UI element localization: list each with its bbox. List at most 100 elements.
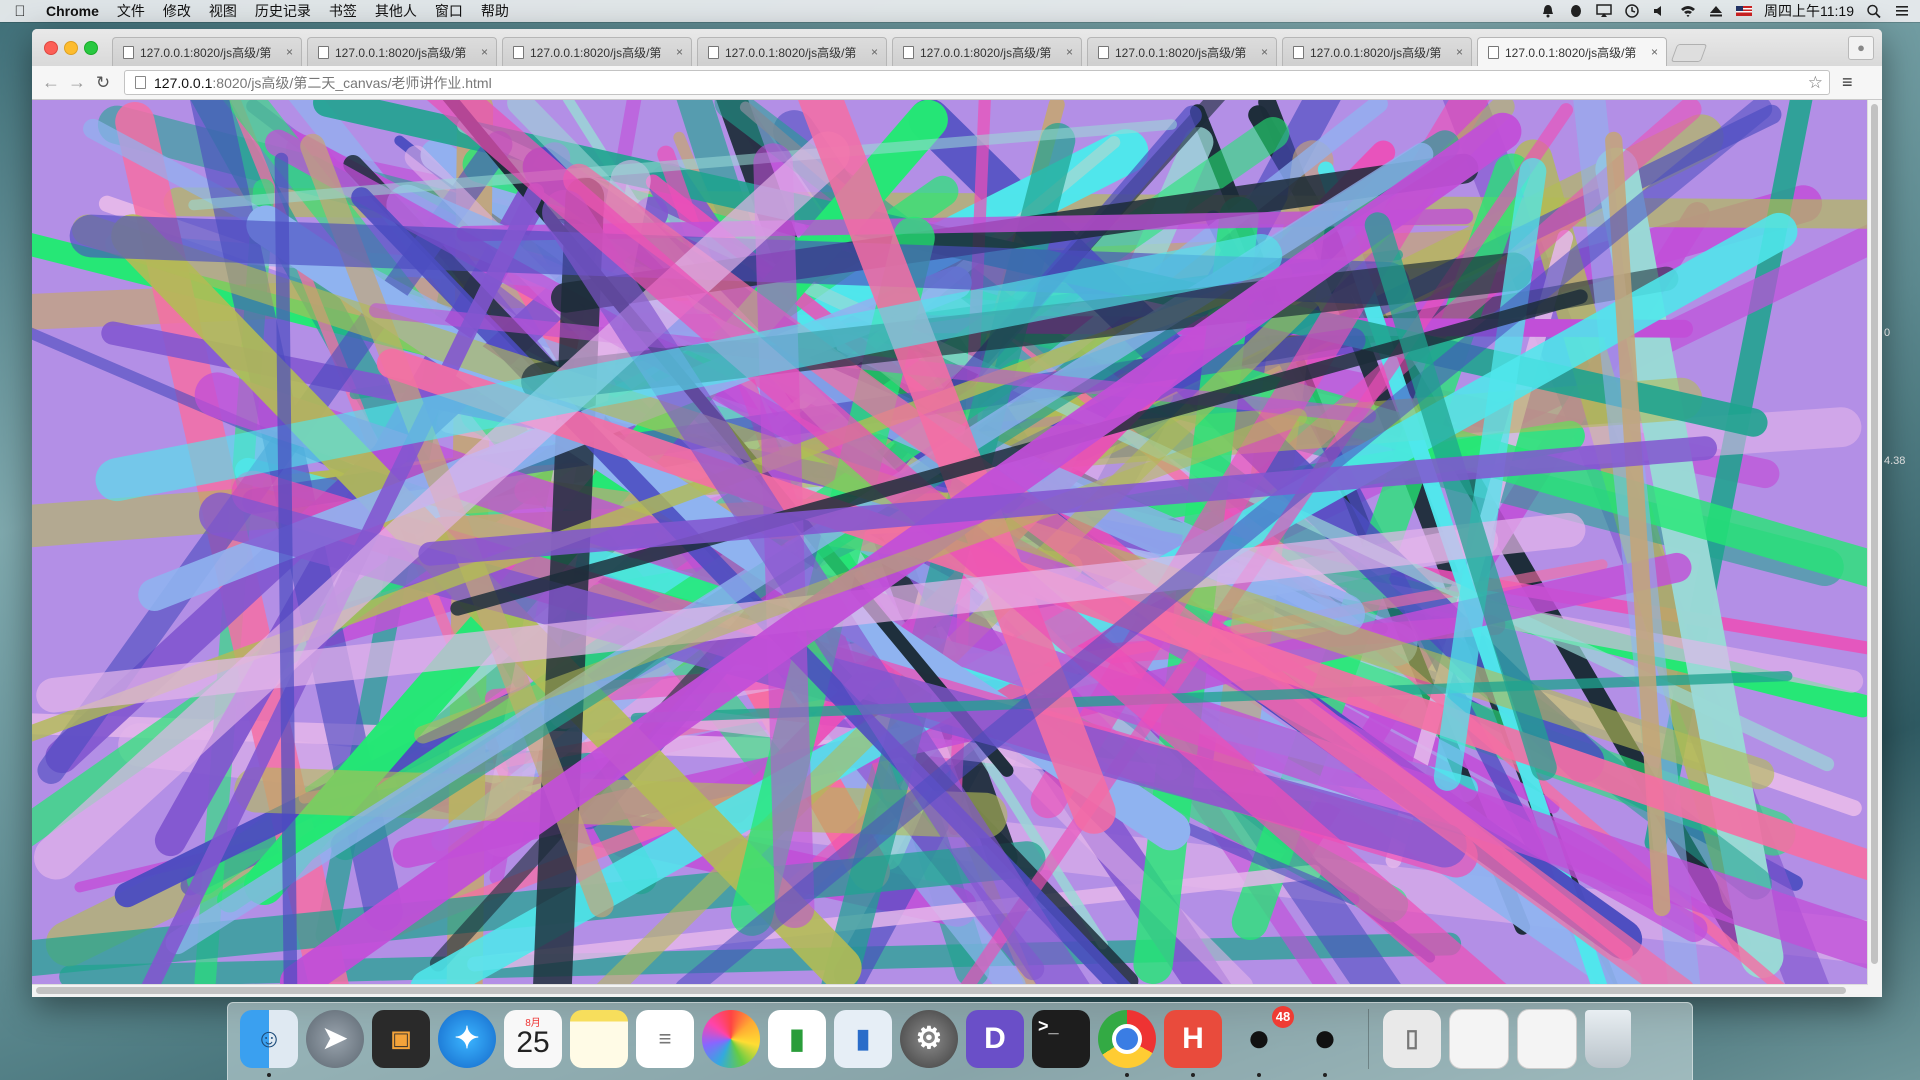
page-icon [1098, 45, 1109, 59]
canvas-drawing[interactable] [32, 100, 1868, 985]
menu-window[interactable]: 窗口 [426, 1, 472, 21]
screenshot-stack-icon[interactable] [1449, 1008, 1509, 1069]
menu-app-name[interactable]: Chrome [40, 3, 108, 19]
tab-close-icon[interactable]: × [676, 45, 683, 59]
tab-2[interactable]: 127.0.0.1:8020/js高级/第 × [307, 37, 497, 66]
page-icon [1293, 45, 1304, 59]
menu-edit[interactable]: 修改 [154, 1, 200, 21]
close-window-button[interactable] [44, 41, 58, 55]
tab-title: 127.0.0.1:8020/js高级/第 [140, 45, 272, 60]
photos-icon[interactable] [702, 1009, 760, 1068]
tab-close-icon[interactable]: × [286, 45, 293, 59]
flag-us-icon[interactable] [1736, 4, 1752, 18]
tab-close-icon[interactable]: × [1261, 45, 1268, 59]
hbuilder-icon[interactable]: H [1164, 1009, 1222, 1077]
tab-title: 127.0.0.1:8020/js高级/第 [1310, 45, 1442, 60]
menu-history[interactable]: 历史记录 [246, 1, 320, 21]
keynote-icon[interactable]: ▮ [834, 1009, 892, 1068]
tab-7[interactable]: 127.0.0.1:8020/js高级/第 × [1282, 37, 1472, 66]
volume-icon[interactable] [1652, 4, 1668, 18]
vertical-scroll-thumb[interactable] [1871, 104, 1878, 964]
background-window-text: 0 [1884, 327, 1891, 339]
tab-8-active[interactable]: 127.0.0.1:8020/js高级/第 × [1477, 37, 1667, 66]
tab-strip: 127.0.0.1:8020/js高级/第 × 127.0.0.1:8020/js… [32, 29, 1882, 66]
browser-window: 127.0.0.1:8020/js高级/第 × 127.0.0.1:8020/js… [32, 29, 1882, 997]
new-tab-button[interactable] [1670, 44, 1708, 62]
safari-icon[interactable]: ✦ [438, 1009, 496, 1068]
menu-bar:  Chrome 文件 修改 视图 历史记录 书签 其他人 窗口 帮助 周四上午… [0, 0, 1920, 22]
notification-icon[interactable] [1540, 4, 1556, 18]
menu-people[interactable]: 其他人 [366, 1, 426, 21]
horizontal-scrollbar[interactable] [32, 984, 1868, 997]
tab-5[interactable]: 127.0.0.1:8020/js高级/第 × [892, 37, 1082, 66]
menu-bookmarks[interactable]: 书签 [320, 1, 366, 21]
screen-mirror-icon[interactable] [1596, 4, 1612, 18]
menu-view[interactable]: 视图 [200, 1, 246, 21]
page-icon [708, 45, 719, 59]
tab-close-icon[interactable]: × [1456, 45, 1463, 59]
terminal-icon[interactable]: >_ [1032, 1009, 1090, 1068]
dash-label: D [984, 1021, 1006, 1055]
back-button[interactable]: ← [38, 72, 64, 93]
page-info-icon[interactable] [135, 76, 146, 89]
page-icon [123, 45, 134, 59]
dash-icon[interactable]: D [966, 1009, 1024, 1068]
eject-icon[interactable] [1708, 4, 1724, 18]
launchpad-icon[interactable]: ➤ [306, 1009, 364, 1068]
reload-button[interactable]: ↻ [90, 73, 116, 93]
photo-booth-icon[interactable]: ▣ [372, 1009, 430, 1068]
url-host: 127.0.0.1 [154, 74, 213, 91]
qq-icon-2[interactable]: ● [1296, 1010, 1354, 1077]
menu-help[interactable]: 帮助 [472, 1, 518, 21]
address-bar[interactable]: 127.0.0.1 :8020/js高级/第二天_canvas/老师讲作业.ht… [124, 70, 1830, 95]
calendar-icon[interactable]: 8月 25 [504, 1009, 562, 1068]
calendar-day: 25 [516, 1025, 550, 1059]
qq-status-icon[interactable] [1568, 4, 1584, 18]
tab-6[interactable]: 127.0.0.1:8020/js高级/第 × [1087, 37, 1277, 66]
tab-title: 127.0.0.1:8020/js高级/第 [1505, 45, 1637, 60]
trash-icon[interactable] [1585, 1009, 1631, 1068]
clock[interactable]: 周四上午11:19 [1764, 1, 1854, 21]
numbers-icon[interactable]: ▮ [768, 1009, 826, 1068]
horizontal-scroll-thumb[interactable] [36, 987, 1846, 994]
apple-menu-icon[interactable]:  [0, 3, 40, 20]
bookmark-star-icon[interactable]: ☆ [1808, 73, 1823, 93]
page-viewport [32, 100, 1882, 997]
wifi-icon[interactable] [1680, 4, 1696, 18]
search-icon[interactable] [1866, 4, 1882, 18]
minimize-window-button[interactable] [64, 41, 78, 55]
reminders-icon[interactable]: ≡ [636, 1009, 694, 1068]
menu-file[interactable]: 文件 [108, 1, 154, 21]
tab-close-icon[interactable]: × [871, 45, 878, 59]
vertical-scrollbar[interactable] [1867, 100, 1882, 997]
qq-icon[interactable]: ● 48 [1230, 1005, 1294, 1077]
profile-icon[interactable]: ● [1848, 36, 1874, 60]
qq-unread-badge: 48 [1272, 1005, 1294, 1028]
system-preferences-icon[interactable]: ⚙ [900, 1009, 958, 1068]
time-machine-icon[interactable] [1624, 4, 1640, 18]
running-indicator [267, 1072, 271, 1077]
forward-button[interactable]: → [64, 72, 90, 93]
tab-3[interactable]: 127.0.0.1:8020/js高级/第 × [502, 37, 692, 66]
tab-close-icon[interactable]: × [481, 45, 488, 59]
chrome-icon[interactable] [1098, 1009, 1156, 1077]
maximize-window-button[interactable] [84, 41, 98, 55]
canvas-line [274, 152, 298, 985]
tab-close-icon[interactable]: × [1651, 45, 1658, 59]
terminal-label: >_ [1038, 1015, 1059, 1036]
browser-toolbar: ← → ↻ 127.0.0.1 :8020/js高级/第二天_canvas/老师… [32, 66, 1882, 100]
finder-icon[interactable]: ☺ [240, 1009, 298, 1077]
status-area: 周四上午11:19 [1540, 1, 1920, 21]
url-path: :8020/js高级/第二天_canvas/老师讲作业.html [212, 74, 492, 91]
tab-1[interactable]: 127.0.0.1:8020/js高级/第 × [112, 37, 302, 66]
downloads-stack-icon[interactable]: ▯ [1383, 1009, 1441, 1068]
tab-4[interactable]: 127.0.0.1:8020/js高级/第 × [697, 37, 887, 66]
tab-title: 127.0.0.1:8020/js高级/第 [530, 45, 662, 60]
screenshot-stack-icon-2[interactable] [1517, 1008, 1577, 1069]
chrome-menu-button[interactable]: ≡ [1842, 72, 1853, 93]
notes-icon[interactable] [570, 1009, 628, 1068]
list-icon[interactable] [1894, 4, 1910, 18]
tab-close-icon[interactable]: × [1066, 45, 1073, 59]
running-indicator [1323, 1072, 1327, 1077]
running-indicator [1125, 1072, 1129, 1077]
